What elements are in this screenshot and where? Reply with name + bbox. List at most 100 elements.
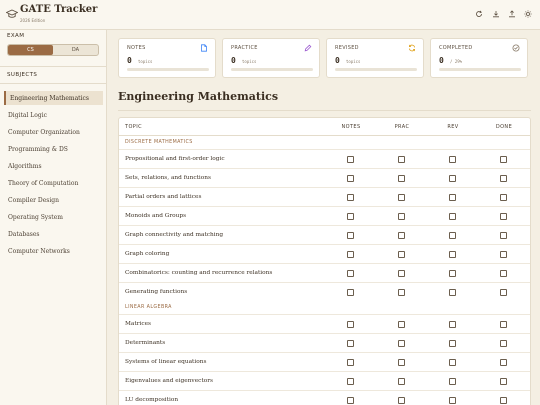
theme-toggle-button[interactable] [523,9,533,19]
practice-checkbox[interactable] [398,340,405,347]
revised-checkbox[interactable] [449,175,456,182]
practice-checkbox[interactable] [398,359,405,366]
done-checkbox[interactable] [500,289,507,296]
sidebar-item-computer-organization[interactable]: Computer Organization [4,125,103,139]
practice-checkbox[interactable] [398,175,405,182]
progress-bar [335,68,417,71]
topic-table: TOPIC NOTES PRAC REV DONE DISCRETE MATHE… [118,117,531,405]
notes-checkbox[interactable] [347,397,354,404]
table-row: Monoids and Groups [119,206,530,225]
notes-checkbox[interactable] [347,232,354,239]
done-checkbox[interactable] [500,156,507,163]
practice-checkbox[interactable] [398,378,405,385]
notes-stat-card: NOTES 0 topics [118,38,216,78]
table-row: Determinants [119,333,530,352]
header-divider [119,135,530,136]
notes-checkbox[interactable] [347,321,354,328]
exam-toggle: CS DA [7,44,99,56]
revised-checkbox[interactable] [449,194,456,201]
sidebar-item-databases[interactable]: Databases [4,227,103,241]
notes-checkbox[interactable] [347,213,354,220]
notes-checkbox[interactable] [347,251,354,258]
stat-label: NOTES [127,45,146,51]
exam-option-da[interactable]: DA [53,45,98,55]
done-checkbox[interactable] [500,194,507,201]
app-title: GATE Tracker [20,4,98,15]
revised-checkbox[interactable] [449,156,456,163]
sidebar-item-digital-logic[interactable]: Digital Logic [4,108,103,122]
page-title: Engineering Mathematics [118,90,279,103]
revised-checkbox[interactable] [449,340,456,347]
notes-checkbox[interactable] [347,289,354,296]
download-button[interactable] [491,9,501,19]
exam-option-cs[interactable]: CS [8,45,53,55]
download-icon [493,11,499,18]
topic-name: Systems of linear equations [125,359,207,365]
sidebar-item-programming-ds[interactable]: Programming & DS [4,142,103,156]
table-row: Generating functions [119,282,530,301]
revised-checkbox[interactable] [449,378,456,385]
notes-checkbox[interactable] [347,270,354,277]
sun-icon [524,10,532,18]
done-checkbox[interactable] [500,175,507,182]
practice-checkbox[interactable] [398,251,405,258]
done-checkbox[interactable] [500,397,507,404]
table-row: Graph connectivity and matching [119,225,530,244]
revised-checkbox[interactable] [449,213,456,220]
practice-stat-card: PRACTICE 0 topics [222,38,320,78]
practice-checkbox[interactable] [398,213,405,220]
revised-checkbox[interactable] [449,270,456,277]
upload-icon [509,10,515,18]
revised-checkbox[interactable] [449,251,456,258]
sidebar-item-operating-system[interactable]: Operating System [4,210,103,224]
stat-unit: topics [346,59,361,64]
progress-bar [439,68,521,71]
stat-value: 0 [439,56,444,65]
done-checkbox[interactable] [500,232,507,239]
column-header-topic: TOPIC [125,123,142,130]
upload-button[interactable] [507,9,517,19]
reset-icon [476,10,482,17]
done-checkbox[interactable] [500,321,507,328]
revised-checkbox[interactable] [449,321,456,328]
practice-checkbox[interactable] [398,270,405,277]
group-header: DISCRETE MATHEMATICS [125,140,193,145]
graduation-cap-icon [6,9,18,18]
practice-checkbox[interactable] [398,232,405,239]
check-circle-icon [512,44,520,52]
practice-checkbox[interactable] [398,289,405,296]
notes-checkbox[interactable] [347,175,354,182]
done-checkbox[interactable] [500,378,507,385]
sidebar-item-algorithms[interactable]: Algorithms [4,159,103,173]
sidebar-item-computer-networks[interactable]: Computer Networks [4,244,103,258]
document-icon [201,44,207,52]
topic-name: Matrices [125,321,151,327]
sidebar-item-engineering-mathematics[interactable]: Engineering Mathematics [4,91,103,105]
revised-checkbox[interactable] [449,359,456,366]
practice-checkbox[interactable] [398,397,405,404]
notes-checkbox[interactable] [347,378,354,385]
notes-checkbox[interactable] [347,156,354,163]
stat-value: 0 [231,56,236,65]
done-checkbox[interactable] [500,340,507,347]
done-checkbox[interactable] [500,359,507,366]
notes-checkbox[interactable] [347,194,354,201]
notes-checkbox[interactable] [347,340,354,347]
app-header: GATE Tracker 2026 Edition [0,0,540,30]
revised-checkbox[interactable] [449,397,456,404]
done-checkbox[interactable] [500,213,507,220]
practice-checkbox[interactable] [398,194,405,201]
app-subtitle: 2026 Edition [20,18,46,23]
progress-bar [127,68,209,71]
done-checkbox[interactable] [500,270,507,277]
done-checkbox[interactable] [500,251,507,258]
sidebar-item-theory-of-computation[interactable]: Theory of Computation [4,176,103,190]
practice-checkbox[interactable] [398,156,405,163]
practice-checkbox[interactable] [398,321,405,328]
revised-checkbox[interactable] [449,232,456,239]
reset-button[interactable] [474,9,484,19]
revised-checkbox[interactable] [449,289,456,296]
sidebar-item-compiler-design[interactable]: Compiler Design [4,193,103,207]
notes-checkbox[interactable] [347,359,354,366]
table-row: Matrices [119,314,530,333]
